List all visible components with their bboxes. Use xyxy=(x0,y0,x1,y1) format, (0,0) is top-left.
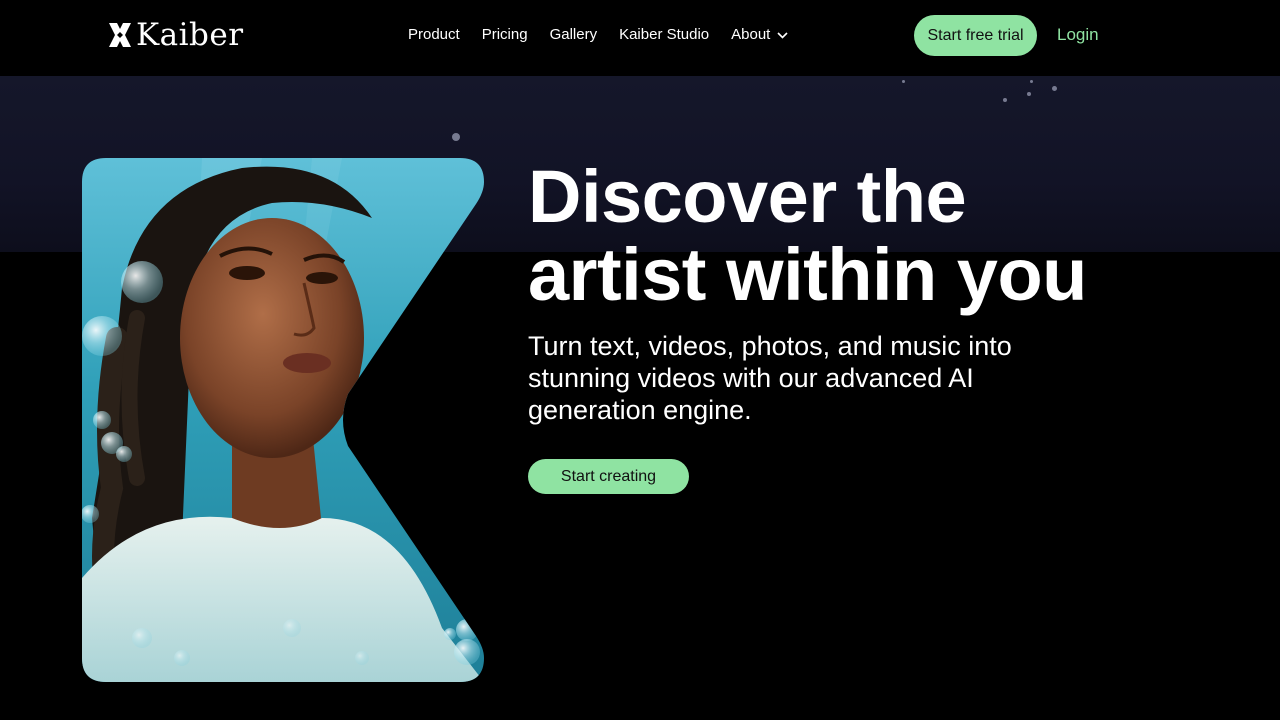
chevron-down-icon xyxy=(777,31,788,39)
nav-about-dropdown[interactable]: About xyxy=(731,24,788,46)
start-free-trial-button[interactable]: Start free trial xyxy=(914,15,1037,56)
nav-product-link[interactable]: Product xyxy=(408,24,460,46)
login-link[interactable]: Login xyxy=(1057,24,1099,46)
main-nav: Product Pricing Gallery Kaiber Studio Ab… xyxy=(408,24,810,46)
kaiber-k-logo-icon xyxy=(109,23,131,47)
nav-about-label: About xyxy=(731,26,771,43)
bubble-dot xyxy=(1003,98,1007,102)
bubble-dot xyxy=(1052,86,1057,91)
kaiber-logo[interactable]: Kaiber xyxy=(108,18,244,52)
page: Kaiber Product Pricing Gallery Kaiber St… xyxy=(0,0,1280,720)
hero-headline-line-1: Discover the xyxy=(528,155,967,238)
bubble-dot xyxy=(452,133,460,141)
underwater-portrait-artwork xyxy=(82,158,484,682)
nav-pricing-link[interactable]: Pricing xyxy=(482,24,528,46)
bubble-dot xyxy=(902,80,905,83)
nav-kaiber-studio-link[interactable]: Kaiber Studio xyxy=(619,24,709,46)
logo-wordmark: Kaiber xyxy=(136,16,244,53)
bubble-dot xyxy=(1027,92,1031,96)
top-navbar: Kaiber Product Pricing Gallery Kaiber St… xyxy=(0,0,1280,76)
hero-headline-line-2: artist within you xyxy=(528,233,1087,316)
start-creating-button[interactable]: Start creating xyxy=(528,459,689,494)
hero-subtext: Turn text, videos, photos, and music int… xyxy=(528,331,1012,425)
nav-gallery-link[interactable]: Gallery xyxy=(550,24,598,46)
bubble-dot xyxy=(1030,80,1033,83)
hero-headline: Discover the artist within you xyxy=(528,158,1178,314)
